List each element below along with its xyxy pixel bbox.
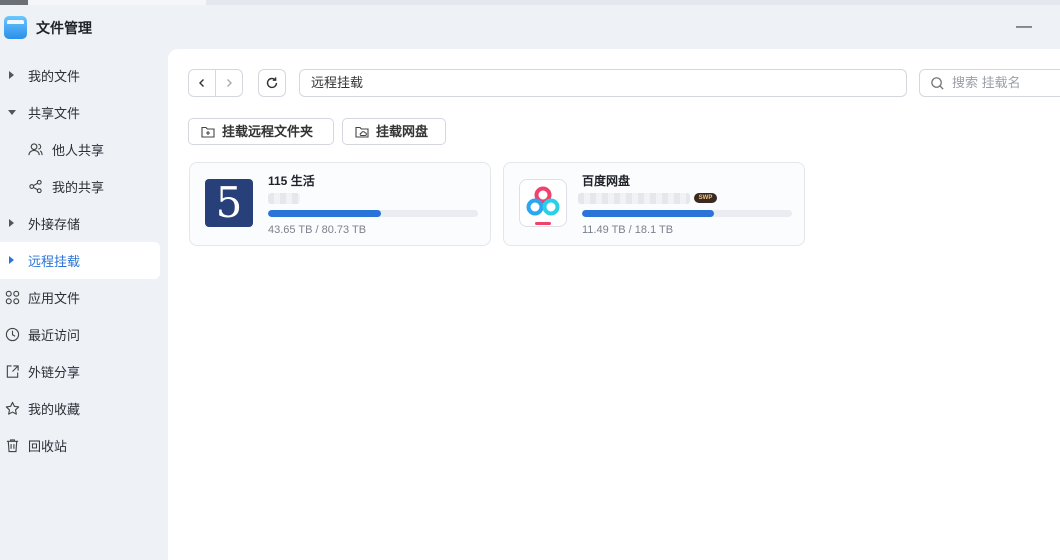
blurred-account-text — [578, 193, 690, 204]
refresh-icon — [266, 77, 278, 89]
sidebar-item-label: 最近访问 — [28, 328, 81, 343]
chevron-right-icon — [9, 219, 14, 227]
sidebar-item-remote-mount[interactable]: 远程挂载 — [0, 242, 160, 279]
storage-usage-text: 43.65 TB / 80.73 TB — [268, 224, 367, 236]
search-placeholder: 搜索 挂载名 — [952, 75, 1021, 90]
sidebar-item-label: 我的收藏 — [28, 402, 81, 417]
sidebar-item-label: 我的共享 — [52, 180, 105, 195]
sidebar-item-label: 他人共享 — [52, 143, 105, 158]
mount-name: 百度网盘 — [582, 174, 631, 188]
trash-icon — [6, 439, 19, 453]
baidu-netdisk-logo-shape — [526, 186, 560, 225]
sidebar-item-favorites[interactable]: 我的收藏 — [0, 390, 160, 427]
chevron-right-icon — [226, 79, 232, 87]
search-icon — [931, 77, 944, 90]
sidebar-item-label: 我的文件 — [28, 69, 81, 84]
sidebar-item-label: 应用文件 — [28, 291, 81, 306]
storage-usage-bar — [268, 210, 478, 217]
history-nav — [188, 69, 243, 97]
sidebar-item-shared-files[interactable]: 共享文件 — [0, 94, 160, 131]
chevron-down-icon — [8, 110, 16, 115]
sidebar-item-trash[interactable]: 回收站 — [0, 427, 160, 464]
mount-remote-folder-button[interactable]: 挂载远程文件夹 — [188, 118, 334, 145]
star-icon — [5, 401, 20, 415]
sidebar-item-label: 外链分享 — [28, 365, 81, 380]
sidebar-item-my-files[interactable]: 我的文件 — [0, 57, 160, 94]
sidebar-item-label: 回收站 — [28, 439, 68, 454]
path-input[interactable]: 远程挂载 — [299, 69, 907, 97]
refresh-button[interactable] — [258, 69, 286, 97]
search-input[interactable]: 搜索 挂载名 — [919, 69, 1060, 97]
clock-icon — [5, 327, 20, 342]
115-logo-icon: 5 — [205, 179, 253, 227]
swp-badge: SWP — [694, 193, 717, 203]
share-icon — [29, 179, 42, 194]
sidebar-item-recent[interactable]: 最近访问 — [0, 316, 160, 353]
folder-add-icon — [201, 126, 215, 138]
chevron-right-icon — [9, 256, 14, 264]
sidebar-item-my-shares[interactable]: 我的共享 — [0, 168, 160, 205]
storage-usage-fill — [582, 210, 715, 217]
chevron-right-icon — [9, 71, 14, 79]
sidebar-item-external-storage[interactable]: 外接存储 — [0, 205, 160, 242]
storage-usage-text: 11.49 TB / 18.1 TB — [582, 224, 674, 236]
sidebar-item-label: 远程挂载 — [28, 254, 81, 269]
back-button[interactable] — [189, 70, 216, 96]
main-panel: 远程挂载 搜索 挂载名 挂载远程文件夹 挂载网盘 5 115 生活 43.65 … — [168, 49, 1060, 560]
file-manager-app-icon — [4, 16, 27, 39]
sidebar-item-app-files[interactable]: 应用文件 — [0, 279, 160, 316]
sidebar-item-shared-by-others[interactable]: 他人共享 — [0, 131, 160, 168]
mount-card-115[interactable]: 5 115 生活 43.65 TB / 80.73 TB — [189, 162, 491, 246]
user-icon — [28, 143, 43, 156]
external-link-icon — [6, 365, 19, 378]
mount-card-baidu[interactable]: 百度网盘 SWP 11.49 TB / 18.1 TB — [503, 162, 805, 246]
forward-button[interactable] — [216, 70, 242, 96]
chevron-left-icon — [198, 79, 204, 87]
app-title: 文件管理 — [36, 20, 92, 36]
title-bar: 文件管理 — — [0, 5, 1060, 49]
mount-name: 115 生活 — [268, 174, 315, 188]
sidebar-item-link-share[interactable]: 外链分享 — [0, 353, 160, 390]
mount-remote-folder-label: 挂载远程文件夹 — [222, 124, 314, 139]
storage-usage-bar — [582, 210, 792, 217]
apps-grid-icon — [5, 290, 20, 305]
baidu-netdisk-logo-icon — [519, 179, 567, 227]
folder-cloud-icon — [355, 126, 369, 138]
mount-cloud-disk-button[interactable]: 挂载网盘 — [342, 118, 446, 145]
storage-usage-fill — [268, 210, 382, 217]
sidebar-item-label: 共享文件 — [28, 106, 81, 121]
sidebar-item-label: 外接存储 — [28, 217, 81, 232]
blurred-account-text — [268, 193, 300, 204]
mount-cloud-disk-label: 挂载网盘 — [376, 124, 429, 139]
sidebar: 我的文件 共享文件 他人共享 我的共享 外接存储 远程挂载 应用文件 最近访问 … — [0, 57, 168, 464]
minimize-button[interactable]: — — [1014, 17, 1034, 37]
